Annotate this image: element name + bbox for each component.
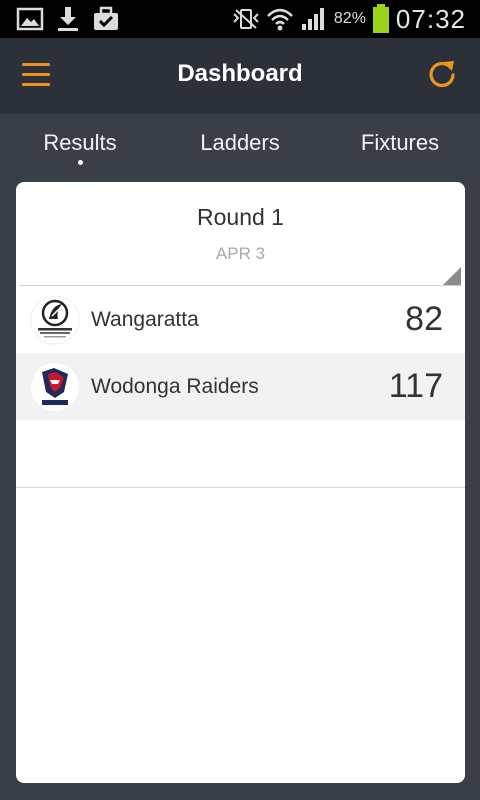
tab-bar: Results Ladders Fixtures [0,114,480,182]
tab-results[interactable]: Results [0,114,160,182]
active-tab-indicator [78,160,83,165]
wodonga-raiders-logo-icon [31,362,79,411]
tab-ladders-label: Ladders [200,130,280,155]
wangaratta-logo-icon [30,295,80,344]
download-icon [58,7,78,31]
tab-results-label: Results [43,130,117,155]
briefcase-icon [94,6,118,30]
clock: 07:32 [395,3,466,34]
round-date: APR 3 [215,244,266,263]
tab-ladders[interactable]: Ladders [160,114,320,182]
status-bar: 82% 07:32 [0,0,480,38]
team-name: Wodonga Raiders [91,374,259,398]
team-score: 117 [388,367,443,405]
page-title: Dashboard [177,60,303,87]
signal-icon [301,8,324,30]
match-team-row[interactable]: Wodonga Raiders 117 [16,353,465,420]
team-name: Wangaratta [91,307,199,331]
image-icon [16,7,44,31]
round-title: Round 1 [197,204,284,230]
match-team-row[interactable]: Wangaratta 82 [16,286,465,353]
vibrate-icon [233,9,259,29]
match-spacer [16,420,465,488]
app-bar: Dashboard [0,38,480,114]
tab-fixtures-label: Fixtures [360,130,440,155]
results-card: Round 1 APR 3 Wangaratta 82 Wodonga Raid… [16,182,465,783]
tab-fixtures[interactable]: Fixtures [320,114,480,182]
battery-percent: 82% [333,10,366,27]
round-header: Round 1 APR 3 [20,182,461,286]
refresh-icon[interactable] [426,58,458,90]
round-selector-corner-icon[interactable] [443,267,461,285]
team-score: 82 [405,300,443,338]
battery-icon [372,4,389,33]
wifi-icon [267,8,293,31]
